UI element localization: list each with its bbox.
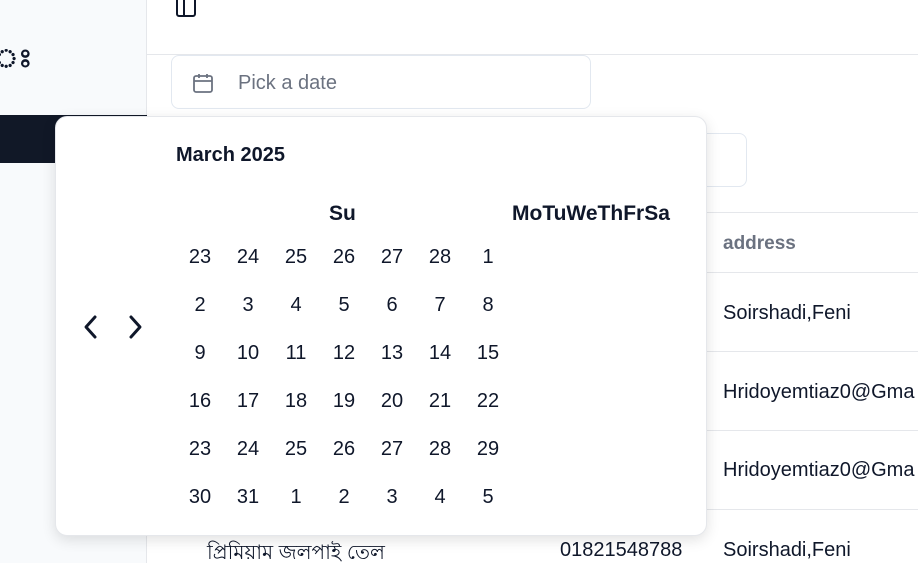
calendar-day[interactable]: 2 [320,473,368,521]
sidebar-toggle-icon[interactable] [175,0,197,18]
calendar-day[interactable]: 29 [464,425,512,473]
calendar-day[interactable]: 5 [320,281,368,329]
calendar-day[interactable]: 31 [224,473,272,521]
calendar-day[interactable]: 26 [320,233,368,281]
top-bar [147,0,918,55]
date-picker-input[interactable]: Pick a date [171,55,591,109]
calendar-day[interactable]: 8 [464,281,512,329]
calendar-day[interactable]: 19 [320,377,368,425]
calendar-day[interactable]: 4 [272,281,320,329]
calendar-day[interactable]: 7 [416,281,464,329]
calendar-day[interactable]: 10 [224,329,272,377]
calendar-day[interactable]: 3 [224,281,272,329]
calendar-day[interactable]: 6 [368,281,416,329]
calendar-day[interactable]: 16 [176,377,224,425]
table-cell-address: Soirshadi,Feni [723,302,851,324]
calendar-day[interactable]: 13 [368,329,416,377]
calendar-day[interactable]: 20 [368,377,416,425]
calendar-day[interactable]: 24 [224,233,272,281]
calendar-day-grid: 23 24 25 26 27 28 1 2 3 4 5 6 7 8 9 10 11 12 13 14 15 16 17 18 1… [176,233,512,521]
calendar-day[interactable]: 23 [176,425,224,473]
calendar-day[interactable]: 9 [176,329,224,377]
calendar-day[interactable]: 30 [176,473,224,521]
calendar-day[interactable]: 27 [368,425,416,473]
calendar-day[interactable]: 3 [368,473,416,521]
calendar-day[interactable]: 12 [320,329,368,377]
calendar-day[interactable]: 28 [416,425,464,473]
weekday-header-sunday: Su [329,202,356,225]
calendar-popover: March 2025 Su MoTuWeThFrSa 23 24 25 26 27 28 1… [55,116,707,536]
chevron-right-icon[interactable] [120,312,150,342]
chevron-left-icon[interactable] [76,312,106,342]
calendar-day[interactable]: 23 [176,233,224,281]
table-cell-address: Hridoyemtiaz0@Gma [723,459,915,481]
calendar-day[interactable]: 25 [272,425,320,473]
calendar-day[interactable]: 4 [416,473,464,521]
table-cell-address: Soirshadi,Feni [723,539,851,561]
calendar-day[interactable]: 17 [224,377,272,425]
table-cell-address: Hridoyemtiaz0@Gma [723,381,915,403]
calendar-icon [193,74,213,93]
calendar-day[interactable]: 14 [416,329,464,377]
calendar-day[interactable]: 22 [464,377,512,425]
calendar-day[interactable]: 24 [224,425,272,473]
calendar-day[interactable]: 26 [320,425,368,473]
weekday-header-rest: MoTuWeThFrSa [512,202,670,225]
calendar-day[interactable]: 18 [272,377,320,425]
calendar-month-label: March 2025 [176,144,285,166]
table-cell-name: প্রিমিয়াম জলপাই তেল [207,542,385,563]
calendar-day[interactable]: 15 [464,329,512,377]
calendar-day[interactable]: 2 [176,281,224,329]
calendar-day[interactable]: 11 [272,329,320,377]
date-picker-placeholder: Pick a date [238,72,337,94]
calendar-day[interactable]: 21 [416,377,464,425]
table-cell-phone: 01821548788 [560,539,683,561]
calendar-day[interactable]: 28 [416,233,464,281]
calendar-day[interactable]: 25 [272,233,320,281]
app-logo: ঃ [0,43,33,73]
calendar-day[interactable]: 1 [272,473,320,521]
calendar-day[interactable]: 1 [464,233,512,281]
calendar-day[interactable]: 27 [368,233,416,281]
column-header-address: address [723,233,796,254]
calendar-day[interactable]: 5 [464,473,512,521]
